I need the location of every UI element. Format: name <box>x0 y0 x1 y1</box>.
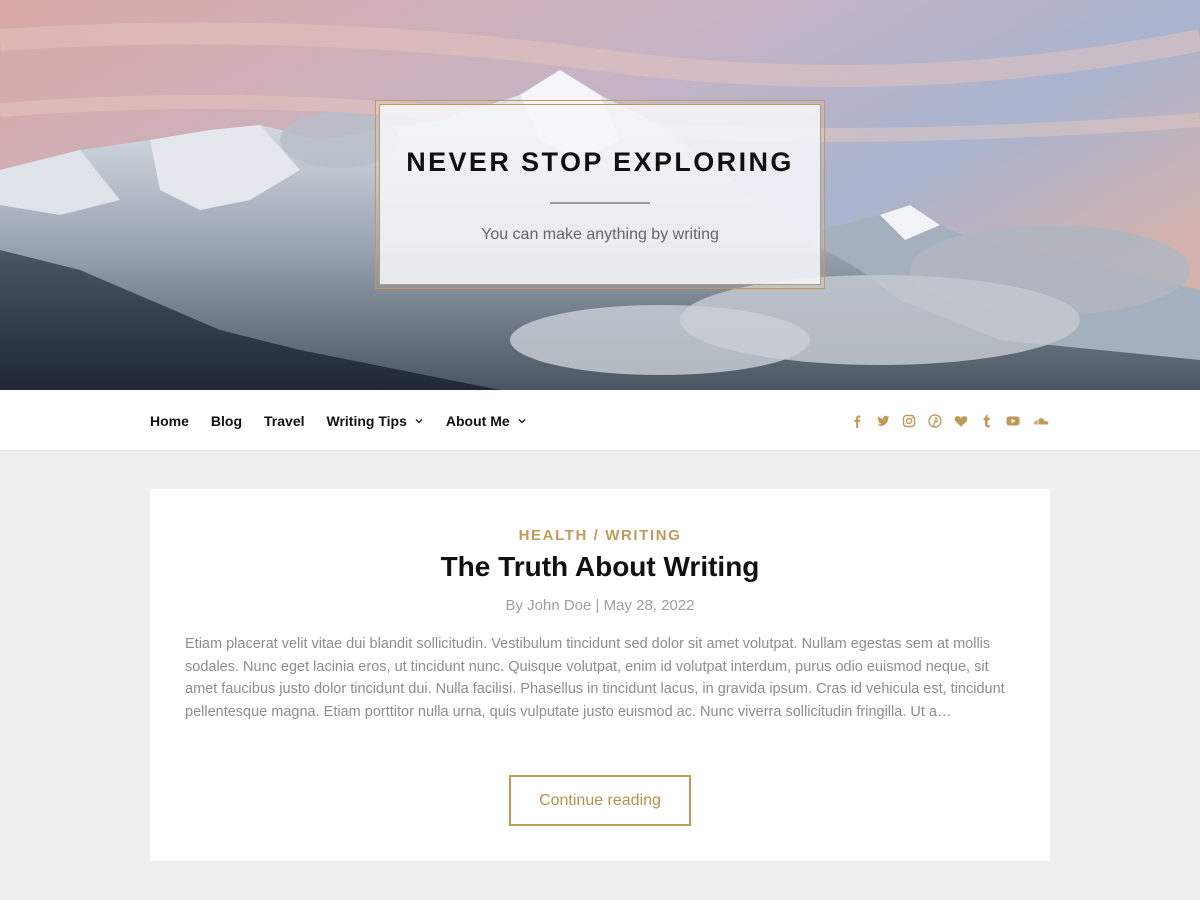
facebook-icon[interactable] <box>850 414 864 428</box>
post-excerpt: Etiam placerat velit vitae dui blandit s… <box>185 636 1005 720</box>
youtube-icon[interactable] <box>1006 414 1020 428</box>
nav-item-about-me[interactable]: About Me <box>446 413 527 429</box>
nav-item-label: Home <box>150 412 189 429</box>
nav-item-travel[interactable]: Travel <box>264 413 304 429</box>
post-categories[interactable]: HEALTH / WRITING <box>150 527 1050 544</box>
title-divider <box>550 202 650 204</box>
chevron-down-icon <box>415 418 423 423</box>
site-title[interactable]: NEVER STOP EXPLORING <box>406 147 794 178</box>
bloglovin-heart-icon[interactable] <box>954 414 968 428</box>
nav-item-home[interactable]: Home <box>150 413 189 429</box>
site-tagline: You can make anything by writing <box>481 226 719 243</box>
pinterest-icon[interactable] <box>928 413 942 428</box>
nav-item-label: Blog <box>210 412 243 429</box>
nav-item-label: Travel <box>264 412 305 429</box>
post-title[interactable]: The Truth About Writing <box>150 551 1050 583</box>
nav-menu: Home Blog Travel Writing Tips About Me <box>150 390 549 451</box>
twitter-icon[interactable] <box>876 414 890 428</box>
nav-item-label: About Me <box>445 412 510 429</box>
post-card: HEALTH / WRITING The Truth About Writing… <box>150 489 1050 861</box>
site-title-box: NEVER STOP EXPLORING You can make anythi… <box>375 100 825 289</box>
main-navigation-bar: Home Blog Travel Writing Tips About Me <box>0 390 1200 451</box>
instagram-icon[interactable] <box>902 414 916 428</box>
nav-item-writing-tips[interactable]: Writing Tips <box>327 413 424 429</box>
continue-reading-button[interactable]: Continue reading <box>509 775 691 826</box>
chevron-down-icon <box>518 418 526 423</box>
nav-item-blog[interactable]: Blog <box>211 413 242 429</box>
soundcloud-icon[interactable] <box>1032 414 1050 428</box>
tumblr-icon[interactable] <box>980 414 994 428</box>
social-links <box>838 390 1050 451</box>
nav-item-label: Writing Tips <box>326 412 407 429</box>
post-meta: By John Doe | May 28, 2022 <box>505 597 695 614</box>
header-hero: NEVER STOP EXPLORING You can make anythi… <box>0 0 1200 390</box>
